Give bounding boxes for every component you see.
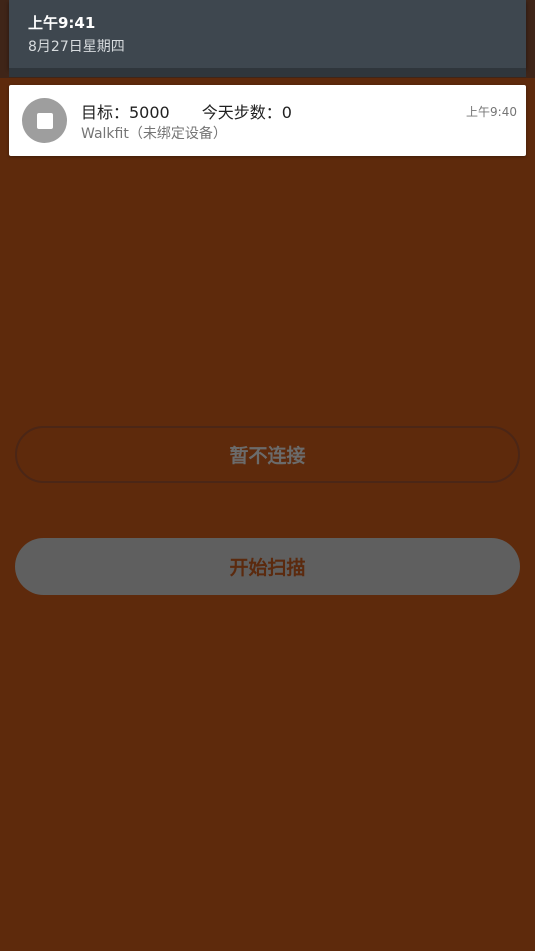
notification-time: 上午9:40: [466, 105, 517, 119]
skip-connect-button[interactable]: 暂不连接: [15, 426, 520, 483]
quick-settings-panel[interactable]: 上午9:41 8月27日星期四: [9, 0, 526, 77]
notification-subtitle: Walkfit（未绑定设备）: [81, 126, 227, 142]
status-date: 8月27日星期四: [28, 39, 125, 55]
goal-text: 目标：5000: [81, 103, 170, 122]
notification-title: 目标：5000 今天步数：0: [81, 99, 292, 123]
stop-square-icon: [22, 98, 67, 143]
status-clock: 上午9:41: [28, 14, 96, 32]
walkfit-notification[interactable]: 目标：5000 今天步数：0 Walkfit（未绑定设备） 上午9:40: [9, 85, 526, 156]
steps-text: 今天步数：0: [201, 103, 292, 122]
start-scan-button[interactable]: 开始扫描: [15, 538, 520, 595]
